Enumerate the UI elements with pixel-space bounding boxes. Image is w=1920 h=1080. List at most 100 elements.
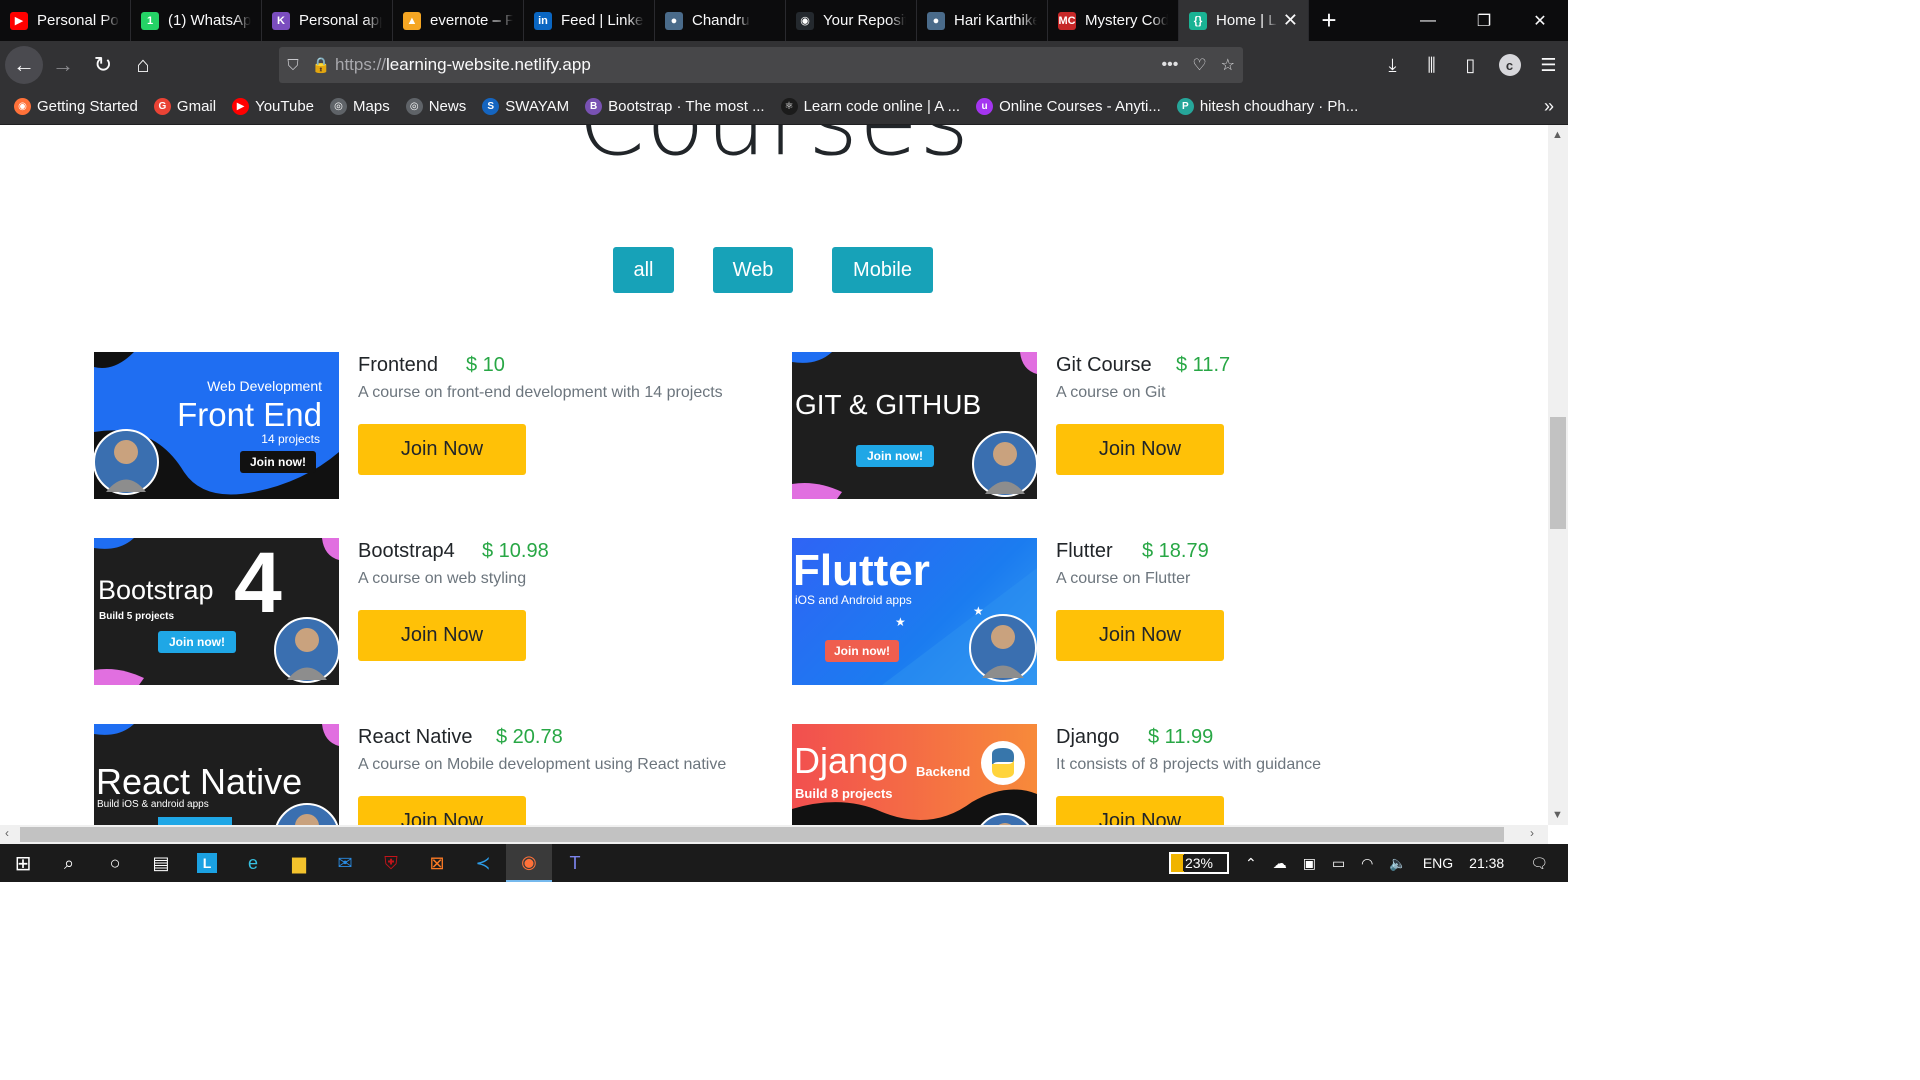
bookmark-item[interactable]: G Gmail	[153, 98, 217, 115]
horizontal-scrollbar[interactable]: ‹ ›	[0, 825, 1548, 844]
bookmark-item[interactable]: ◉ Getting Started	[14, 98, 138, 115]
course-banner-frontend[interactable]: Web Development Front End 14 projects Jo…	[94, 352, 339, 499]
tab-8[interactable]: MC Mystery Code	[1048, 0, 1179, 41]
home-button[interactable]: ⌂	[123, 45, 163, 85]
close-tab-icon[interactable]: ✕	[1277, 10, 1298, 31]
wifi-icon[interactable]: ◠	[1353, 855, 1381, 872]
scroll-down-icon[interactable]: ▼	[1552, 809, 1563, 821]
bookmark-item[interactable]: S SWAYAM	[482, 98, 569, 115]
course-banner-bootstrap4[interactable]: Bootstrap 4 Build 5 projects Join now!	[94, 538, 339, 685]
tab-label: Your Repositories	[823, 12, 906, 29]
restore-icon[interactable]: ❐	[1456, 0, 1512, 41]
mail-icon[interactable]: ✉	[322, 844, 368, 882]
sidebar-icon[interactable]: ▯	[1451, 55, 1490, 76]
tab-0[interactable]: ▶ Personal Portfolio	[0, 0, 131, 41]
tab-label: Mystery Code	[1085, 12, 1168, 29]
back-button[interactable]: ←	[5, 46, 43, 84]
tab-4[interactable]: in Feed | LinkedIn	[524, 0, 655, 41]
tab-1[interactable]: 1 (1) WhatsApp	[131, 0, 262, 41]
course-description: A course on web styling	[358, 570, 527, 587]
bookmark-item[interactable]: ◎ Maps	[330, 98, 390, 115]
filter-mobile-button[interactable]: Mobile	[832, 247, 933, 293]
vertical-scrollbar[interactable]: ▲ ▼	[1548, 125, 1568, 825]
url-text[interactable]: https://learning-website.netlify.app	[335, 55, 591, 75]
course-banner-git[interactable]: GIT & GITHUB Join now!	[792, 352, 1037, 499]
horizontal-scroll-thumb[interactable]	[20, 827, 1504, 842]
language-indicator[interactable]: ENG	[1415, 855, 1461, 871]
reload-button[interactable]: ↻	[83, 45, 123, 85]
filter-all-button[interactable]: all	[613, 247, 674, 293]
battery-icon[interactable]: ▭	[1324, 855, 1353, 872]
tab-7[interactable]: ● Hari Karthikeyan	[917, 0, 1048, 41]
tab-active[interactable]: {} Home | Learning ✕	[1179, 0, 1309, 41]
bookmark-item[interactable]: ◎ News	[405, 98, 466, 115]
lock-icon[interactable]: 🔒	[307, 56, 335, 74]
bookmark-item[interactable]: ⚛ Learn code online | A ...	[780, 98, 960, 115]
bookmark-item[interactable]: u Online Courses - Anyti...	[976, 98, 1161, 115]
bookmark-star-icon[interactable]: ☆	[1221, 55, 1235, 75]
library-icon[interactable]: ⫼	[1412, 55, 1451, 76]
new-tab-button[interactable]: +	[1309, 0, 1349, 41]
xampp-icon[interactable]: ⊠	[414, 844, 460, 882]
join-now-button[interactable]: Join Now	[1056, 796, 1224, 825]
firefox-icon[interactable]: ◉	[506, 844, 552, 882]
show-hidden-icons[interactable]: ⌃	[1237, 855, 1265, 872]
tab-3[interactable]: ▲ evernote – F	[393, 0, 524, 41]
page-actions-icon[interactable]: •••	[1162, 56, 1179, 74]
onedrive-icon[interactable]: ☁	[1265, 855, 1295, 872]
task-view-icon[interactable]: ▤	[138, 844, 184, 882]
battery-indicator[interactable]: 23%	[1161, 852, 1237, 874]
join-now-button[interactable]: Join Now	[358, 610, 526, 661]
tracking-shield-icon[interactable]: ⛉	[279, 57, 307, 74]
bookmark-item[interactable]: B Bootstrap · The most ...	[585, 98, 765, 115]
edge-icon[interactable]: e	[230, 844, 276, 882]
forward-button[interactable]: →	[43, 45, 83, 85]
filter-web-button[interactable]: Web	[713, 247, 793, 293]
join-now-button[interactable]: Join Now	[358, 424, 526, 475]
cortana-icon[interactable]: ○	[92, 844, 138, 882]
tab-6[interactable]: ◉ Your Repositories	[786, 0, 917, 41]
app-l-icon[interactable]: L	[184, 844, 230, 882]
bookmark-label: Online Courses - Anyti...	[999, 98, 1161, 115]
minimize-icon[interactable]: —	[1400, 0, 1456, 41]
course-description: A course on Git	[1056, 384, 1166, 401]
bookmark-label: Getting Started	[37, 98, 138, 115]
join-now-button[interactable]: Join Now	[1056, 610, 1224, 661]
scroll-left-icon[interactable]: ‹	[5, 826, 9, 840]
vscode-icon[interactable]: ≺	[460, 844, 506, 882]
clock[interactable]: 21:38	[1461, 855, 1522, 871]
tab-5[interactable]: ● Chandru	[655, 0, 786, 41]
account-avatar[interactable]: c	[1498, 54, 1521, 76]
bookmark-label: Gmail	[176, 98, 217, 115]
start-icon[interactable]: ⊞	[0, 844, 46, 882]
close-window-icon[interactable]: ✕	[1512, 0, 1568, 41]
bookmark-item[interactable]: Phitesh choudhary · Ph...	[1176, 98, 1358, 115]
file-explorer-icon[interactable]: ▆	[276, 844, 322, 882]
teams-icon[interactable]: T	[552, 844, 598, 882]
navigation-toolbar: ← → ↻ ⌂ ⛉ 🔒 https://learning-website.net…	[0, 41, 1568, 89]
menu-icon[interactable]: ☰	[1529, 55, 1568, 76]
volume-icon[interactable]: 🔈	[1381, 855, 1414, 872]
tab-2[interactable]: K Personal app	[262, 0, 393, 41]
course-banner-react-native[interactable]: React Native Build iOS & android apps	[94, 724, 339, 825]
downloads-icon[interactable]: ⤓	[1373, 55, 1412, 76]
bookmark-item[interactable]: ▶ YouTube	[232, 98, 314, 115]
course-banner-django[interactable]: Django Backend Build 8 projects	[792, 724, 1037, 825]
address-bar[interactable]: ⛉ 🔒 https://learning-website.netlify.app…	[279, 47, 1243, 83]
meet-now-icon[interactable]: ▣	[1295, 855, 1324, 872]
vertical-scroll-thumb[interactable]	[1550, 417, 1566, 529]
tab-favicon: ●	[927, 11, 945, 30]
more-bookmarks-icon[interactable]: »	[1544, 96, 1554, 117]
notifications-icon[interactable]: 🗨	[1522, 855, 1568, 872]
pocket-icon[interactable]: ♡	[1192, 55, 1206, 75]
course-banner-flutter[interactable]: ★ ★ Flutter iOS and Android apps Join no…	[792, 538, 1037, 685]
search-icon[interactable]: ⌕	[46, 844, 92, 882]
bookmark-label: Bootstrap · The most ...	[608, 98, 765, 115]
course-price: $ 11.7	[1176, 354, 1231, 376]
scroll-up-icon[interactable]: ▲	[1552, 129, 1563, 141]
join-now-button[interactable]: Join Now	[1056, 424, 1224, 475]
battery-fill	[1170, 854, 1184, 872]
join-now-button[interactable]: Join Now	[358, 796, 526, 825]
mcafee-icon[interactable]: ⛨	[368, 844, 414, 882]
scroll-right-icon[interactable]: ›	[1530, 826, 1534, 840]
